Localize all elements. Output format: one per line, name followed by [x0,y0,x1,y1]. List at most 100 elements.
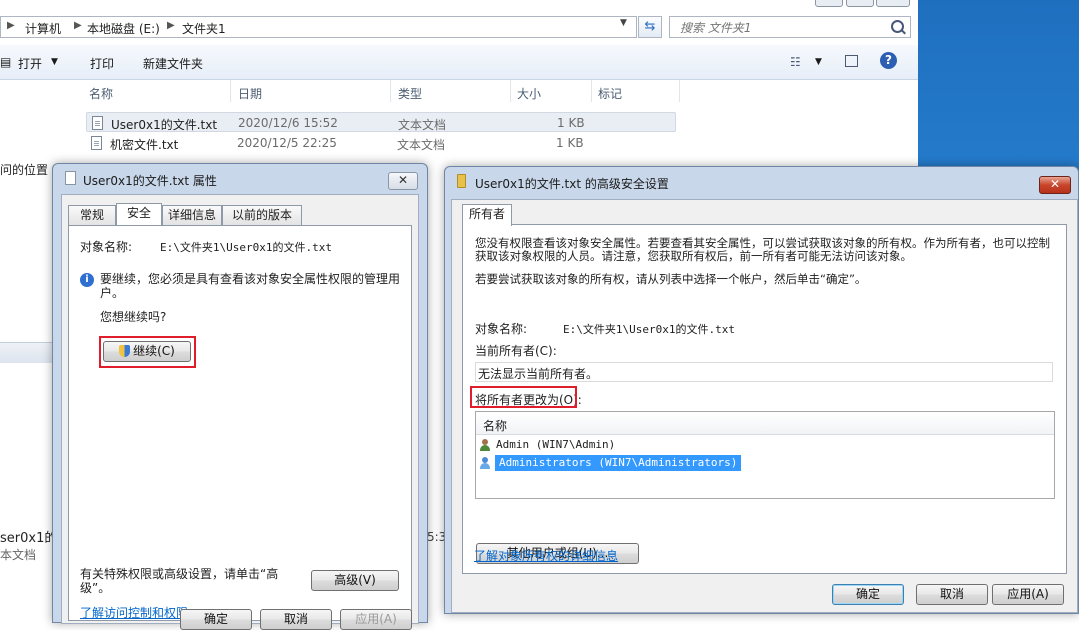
advanced-security-dialog: User0x1的文件.txt 的高级安全设置 ✕ 所有者 您没有权限查看该对象安… [444,166,1079,614]
object-name-label: 对象名称: [475,322,528,336]
file-name: 机密文件.txt [110,138,179,152]
annotation-highlight [99,336,196,368]
object-name-label: 对象名称: [80,240,133,254]
object-name-value: E:\文件夹1\User0x1的文件.txt [160,241,332,254]
column-tags[interactable]: 标记 [598,85,622,102]
tab-previous-versions[interactable]: 以前的版本 [222,205,302,225]
owner-name: Admin (WIN7\Admin) [496,438,616,451]
ok-button[interactable]: 确定 [180,609,252,630]
text-file-icon [92,116,103,130]
info-text: 要继续，您必须是具有查看该对象安全属性权限的管理用户。 [100,272,401,300]
tab-general[interactable]: 常规 [68,205,116,225]
owner-name-selected: Administrators (WIN7\Administrators) [495,455,742,471]
refresh-icon: ⇆ [644,19,656,34]
file-size: 1 KB [556,136,584,150]
view-dropdown-icon[interactable]: ▼ [815,57,822,67]
learn-ownership-link[interactable]: 了解对象所有权的详细信息 [474,547,618,564]
folder-icon [457,174,466,188]
file-type: 文本文档 [398,118,447,132]
file-size: 1 KB [557,116,585,130]
print-button[interactable]: 打印 [90,55,114,72]
refresh-button[interactable]: ⇆ [638,16,662,38]
new-folder-button[interactable]: 新建文件夹 [143,55,203,72]
advanced-titlebar[interactable]: User0x1的文件.txt 的高级安全设置 ✕ [445,167,1078,195]
properties-titlebar[interactable]: User0x1的文件.txt 属性 ✕ [53,164,427,192]
owner-list-column-name[interactable]: 名称 [483,417,507,434]
tab-details[interactable]: 详细信息 [162,205,222,225]
learn-access-control-link[interactable]: 了解访问控制和权限 [80,604,188,621]
advanced-title: User0x1的文件.txt 的高级安全设置 [475,177,669,191]
tab-owner[interactable]: 所有者 [462,204,512,226]
window-close-button[interactable] [876,0,910,7]
search-icon[interactable] [891,20,904,33]
current-owner-value: 无法显示当前所有者。 [478,367,599,381]
advanced-button[interactable]: 高级(V) [311,570,399,591]
search-input[interactable] [678,18,882,38]
file-date: 2020/12/5 22:25 [237,136,337,150]
advanced-client: 所有者 您没有权限查看该对象安全属性。若要查看其安全属性，可以尝试获取该对象的所… [451,199,1078,613]
column-type[interactable]: 类型 [398,85,422,102]
tab-security[interactable]: 安全 [116,203,162,225]
close-button[interactable]: ✕ [388,172,418,190]
close-button[interactable]: ✕ [1039,176,1071,194]
open-icon: ▤ [0,55,12,69]
column-size[interactable]: 大小 [517,85,541,102]
file-type: 文本文档 [397,138,446,152]
question-text: 您想继续吗? [100,310,167,324]
column-name[interactable]: 名称 [89,85,113,102]
column-date[interactable]: 日期 [238,85,262,102]
breadcrumb-arrow-icon: ▶ [74,20,82,31]
open-dropdown-icon[interactable]: ▼ [51,57,58,67]
column-divider [679,80,680,102]
nav-pane-fragment: 问的位置 [0,163,49,177]
info-icon: i [80,273,94,287]
properties-client: 常规 安全 详细信息 以前的版本 对象名称: E:\文件夹1\User0x1的文… [61,194,419,630]
text-file-icon [91,136,102,150]
address-dropdown-icon[interactable]: ▼ [620,18,627,28]
object-name-value: E:\文件夹1\User0x1的文件.txt [563,323,735,336]
minimize-button[interactable] [815,0,843,7]
cancel-button[interactable]: 取消 [916,584,988,605]
column-divider [390,80,391,102]
command-bar: ▤ 打开 ▼ 打印 新建文件夹 ☷ ▼ ? [0,45,918,80]
preview-pane-icon[interactable] [845,55,858,67]
address-bar[interactable]: ▶ 计算机 ▶ 本地磁盘 (E:) ▶ 文件夹1 [0,16,637,38]
owner-list[interactable]: 名称 Admin (WIN7\Admin) Administrators (WI… [475,411,1055,499]
apply-button[interactable]: 应用(A) [992,584,1064,605]
search-box[interactable] [669,16,911,38]
annotation-highlight [470,386,577,408]
view-options-icon[interactable]: ☷ [790,55,801,69]
column-divider [510,80,511,102]
breadcrumb-computer[interactable]: 计算机 [25,20,61,37]
file-name: User0x1的文件.txt [111,118,218,132]
column-divider [230,80,231,102]
nav-pane-divider [0,342,52,363]
properties-title: User0x1的文件.txt 属性 [83,174,217,188]
apply-button: 应用(A) [340,609,412,630]
file-date: 2020/12/6 15:52 [238,116,338,130]
owner-list-header[interactable]: 名称 [476,412,1054,435]
current-owner-field: 无法显示当前所有者。 [475,362,1053,382]
advanced-hint: 有关特殊权限或高级设置，请单击“高级”。 [80,567,279,595]
details-pane-name: ser0x1的 [0,531,58,546]
details-pane-type: 本文档 [0,548,37,562]
group-icon [480,457,490,469]
security-tab-panel: 对象名称: E:\文件夹1\User0x1的文件.txt i 要继续，您必须是具… [68,225,412,621]
breadcrumb-arrow-icon: ▶ [7,20,15,31]
properties-dialog: User0x1的文件.txt 属性 ✕ 常规 安全 详细信息 以前的版本 对象名… [52,163,428,630]
ok-button[interactable]: 确定 [832,584,904,605]
open-button[interactable]: 打开 [18,55,42,72]
file-row[interactable]: 机密文件.txt 2020/12/5 22:25 文本文档 1 KB [86,133,676,153]
owner-description: 您没有权限查看该对象安全属性。若要查看其安全属性，可以尝试获取该对象的所有权。作… [475,236,1050,263]
user-icon [480,439,490,451]
help-icon[interactable]: ? [880,52,897,69]
maximize-button[interactable] [846,0,874,7]
owner-tab-panel: 您没有权限查看该对象安全属性。若要查看其安全属性，可以尝试获取该对象的所有权。作… [462,224,1067,574]
file-row[interactable]: User0x1的文件.txt 2020/12/6 15:52 文本文档 1 KB [86,112,676,132]
cancel-button[interactable]: 取消 [260,609,332,630]
breadcrumb-drive[interactable]: 本地磁盘 (E:) [87,20,160,37]
document-icon [65,171,76,185]
column-divider [591,80,592,102]
breadcrumb-arrow-icon: ▶ [167,20,175,31]
breadcrumb-folder[interactable]: 文件夹1 [182,20,226,37]
